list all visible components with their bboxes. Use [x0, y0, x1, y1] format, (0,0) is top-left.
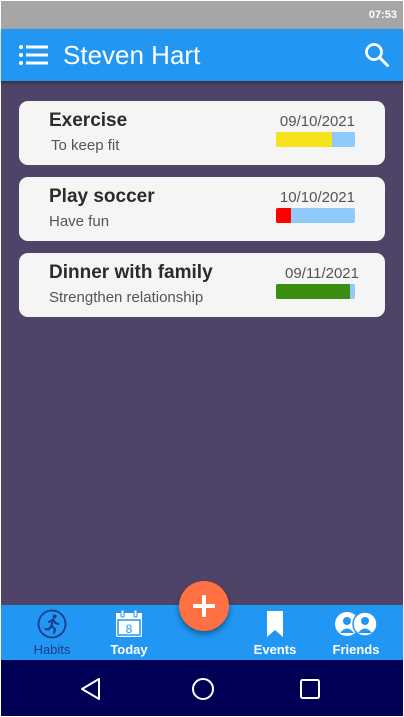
- habit-subtitle: Have fun: [49, 213, 110, 230]
- status-time: 07:53: [368, 9, 397, 21]
- habit-date: 10/10/2021: [279, 189, 355, 206]
- bookmark-icon: [267, 611, 283, 637]
- calendar-day-number: 8: [126, 622, 133, 636]
- habit-subtitle: To keep fit: [51, 137, 120, 154]
- habit-title: Dinner with family: [49, 262, 213, 283]
- habit-progress-bar: [276, 284, 355, 299]
- habit-date: 09/10/2021: [279, 113, 355, 130]
- habit-title: Exercise: [49, 110, 128, 131]
- nav-item-friends[interactable]: Friends: [329, 605, 383, 660]
- nav-label-today: Today: [110, 642, 148, 657]
- habit-title: Play soccer: [49, 186, 155, 207]
- nav-item-today[interactable]: 8 Today: [104, 605, 154, 660]
- search-icon[interactable]: [364, 42, 390, 68]
- nav-label-friends: Friends: [332, 642, 380, 657]
- nav-item-habits[interactable]: Habits: [27, 605, 77, 660]
- habit-card-exercise[interactable]: Exercise To keep fit 09/10/2021: [19, 101, 385, 165]
- habit-card-play-soccer[interactable]: Play soccer Have fun 10/10/2021: [19, 177, 385, 241]
- recents-square-icon[interactable]: [297, 676, 323, 702]
- habit-progress-fill: [276, 284, 351, 299]
- app-title: Steven Hart: [63, 40, 201, 70]
- app-bar: Steven Hart: [1, 29, 403, 81]
- system-navigation-bar: [1, 660, 403, 716]
- habit-progress-bar: [276, 208, 355, 223]
- back-triangle-icon[interactable]: [78, 676, 104, 702]
- friends-icon: [335, 611, 378, 637]
- habit-progress-fill: [276, 208, 291, 223]
- hamburger-menu-icon[interactable]: [18, 42, 50, 68]
- habit-date: 09/11/2021: [285, 265, 359, 282]
- plus-icon: [193, 595, 215, 617]
- habit-list: Exercise To keep fit 09/10/2021 Play soc…: [1, 81, 403, 605]
- phone-screen: 07:53 Steven Hart Exercise To keep fit 0…: [0, 0, 404, 717]
- habit-progress-bar: [276, 132, 355, 147]
- habit-progress-fill: [276, 132, 333, 147]
- home-circle-icon[interactable]: [190, 676, 216, 702]
- nav-label-events: Events: [253, 642, 297, 657]
- status-bar: 07:53: [1, 1, 403, 29]
- calendar-icon: 8: [116, 609, 142, 637]
- habit-subtitle: Strengthen relationship: [49, 289, 204, 306]
- nav-item-events[interactable]: Events: [249, 605, 301, 660]
- running-person-icon: [37, 609, 67, 639]
- nav-label-habits: Habits: [33, 642, 71, 657]
- add-habit-button[interactable]: [179, 581, 229, 631]
- habit-card-dinner-with-family[interactable]: Dinner with family Strengthen relationsh…: [19, 253, 385, 317]
